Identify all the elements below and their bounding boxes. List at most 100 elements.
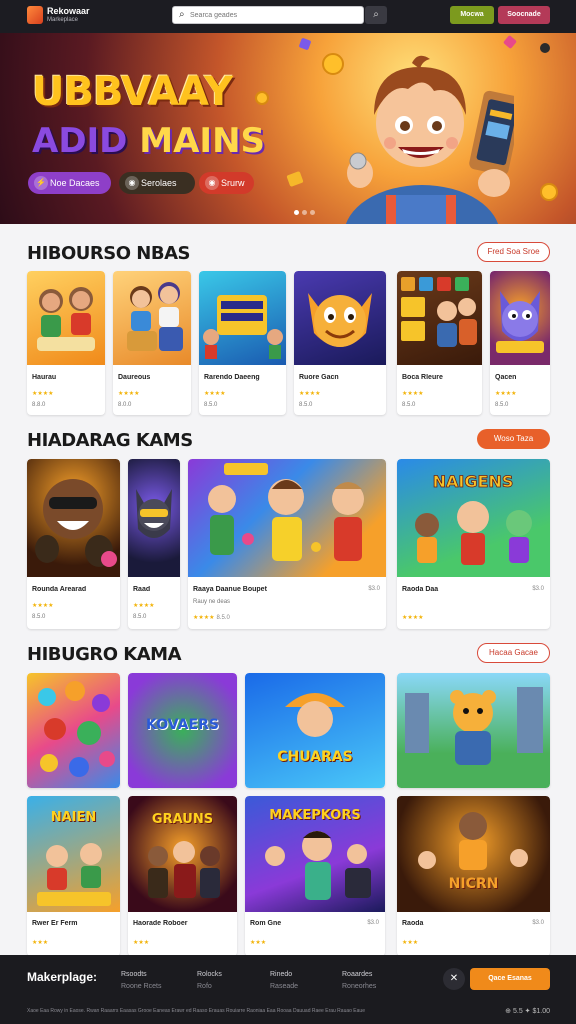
game-subtitle: Rauy ne deas (193, 599, 231, 605)
game-card[interactable]: Haurau ★★★★ 8.8.0 (27, 271, 105, 415)
section-view-all-button[interactable]: Fred Soa Sroe (477, 242, 550, 262)
footer-link[interactable]: Roaardes (342, 969, 376, 981)
character-art (127, 282, 183, 351)
game-card[interactable]: NAIGENS Raoda Daa ★★★★ $3.0 (397, 459, 550, 629)
game-logo-text: NICRN (448, 876, 499, 892)
game-title: Raaya Daanue Boupet (193, 586, 267, 593)
game-title: Ruore Gacn (299, 374, 339, 381)
coin-decoration (255, 91, 269, 105)
characters-art (418, 812, 528, 870)
game-price: $3.0 (368, 586, 380, 592)
game-card[interactable]: Rounda Arearad ★★★★ 8.5.0 (27, 459, 120, 629)
game-tile[interactable]: KOVAERS (128, 673, 237, 788)
game-card[interactable]: Rarendo Daeeng ★★★★ 8.5.0 (199, 271, 286, 415)
game-thumbnail: KOVAERS (128, 673, 237, 788)
section-title: HIBUGRO KAMA (27, 644, 182, 665)
footer-link[interactable]: Rsoodts (121, 969, 161, 981)
game-logo-text: CHUARAS (277, 749, 353, 765)
game-card[interactable]: NICRN Raoda ★★★ $3.0 (397, 796, 550, 956)
footer-brand[interactable]: Makerplage: (27, 970, 97, 984)
game-card[interactable]: MAKEPKORS Rom Gne ★★★ $3.0 (245, 796, 385, 956)
game-card-featured[interactable]: Raaya Daanue Boupet Rauy ne deas ★★★★ 8.5… (188, 459, 386, 629)
stars-icon: ★★★ (133, 940, 150, 946)
game-tile[interactable] (397, 673, 550, 788)
carousel-dot[interactable] (294, 210, 299, 215)
stars-icon: ★★★★ (32, 603, 54, 609)
footer-link[interactable]: Rolocks (197, 969, 222, 981)
confetti-decoration (298, 37, 312, 51)
stars-icon: ★★★ (32, 940, 49, 946)
game-card[interactable]: GRAUNS Haorade Roboer ★★★ (128, 796, 237, 956)
game-thumbnail: CHUARAS (245, 673, 385, 788)
game-card[interactable]: NAIEN Rwer Er Ferm ★★★ (27, 796, 120, 956)
rating-stars: ★★★★ (495, 390, 517, 397)
rating-stars: ★★★★ (402, 614, 424, 621)
hero-title-line1: UBBVAAY (32, 69, 233, 115)
game-logo-text: KOVAERS (146, 717, 219, 733)
footer-link[interactable]: Rinedo (270, 969, 298, 981)
stars-icon: ★★★★ (402, 615, 424, 621)
stars-icon: ★★★★ (32, 391, 54, 397)
game-price: $3.0 (532, 586, 544, 592)
game-thumbnail (27, 271, 105, 365)
candy-art (38, 681, 115, 777)
footer-link[interactable]: Rofo (197, 981, 222, 993)
topbar-button-secondary[interactable]: Soocnade (498, 6, 550, 24)
svg-text:NAIGENS: NAIGENS (433, 472, 514, 491)
section-view-all-button[interactable]: Hacaa Gacae (477, 643, 550, 663)
logo-icon[interactable] (27, 6, 43, 24)
game-thumbnail (294, 271, 386, 365)
carousel-dot[interactable] (310, 210, 315, 215)
stars-icon: ★★★★ (204, 391, 226, 397)
game-thumbnail (490, 271, 550, 365)
close-icon[interactable]: ✕ (443, 968, 465, 990)
search-input[interactable] (190, 9, 358, 21)
search-button[interactable]: ⌕ (365, 6, 387, 24)
character-art (285, 693, 345, 737)
game-card[interactable]: Boca Rleure ★★★★ 8.5.0 (397, 271, 482, 415)
game-thumbnail (113, 271, 191, 365)
hero-button-1[interactable]: ⚡ Noe Dacaes (28, 172, 111, 194)
game-tile[interactable]: CHUARAS (245, 673, 385, 788)
brand-name[interactable]: Rekowaar (47, 6, 90, 16)
rating-count: 8.5.0 (204, 402, 218, 408)
hero-button-3[interactable]: ◉ Srurw (199, 172, 254, 194)
game-tile[interactable] (27, 673, 120, 788)
hero-title-word-a: ADID (32, 121, 128, 161)
rating-count: 8.5.0 (495, 402, 509, 408)
game-thumbnail (397, 271, 482, 365)
game-thumbnail (27, 459, 120, 577)
footer-cta-button[interactable]: Qace Esanas (470, 968, 550, 990)
hero-banner[interactable]: UBBVAAY ADID MAINS ⚡ Noe Dacaes ◉ Serolaes… (0, 33, 576, 224)
section-view-all-button[interactable]: Woso Taza (477, 429, 550, 449)
board-art (401, 277, 477, 347)
game-card[interactable]: Raad ★★★★ 8.5.0 (128, 459, 180, 629)
hero-title-word-b: MAINS (139, 121, 266, 161)
carousel-dot[interactable] (302, 210, 307, 215)
hero-button-2[interactable]: ◉ Serolaes (119, 172, 195, 194)
footer-link[interactable]: Roone Rcets (121, 981, 161, 993)
game-price: $3.0 (367, 920, 379, 926)
rating-count: 8.5.0 (299, 402, 313, 408)
game-card[interactable]: Qacen ★★★★ 8.5.0 (490, 271, 550, 415)
search-box: ⌕ (172, 6, 364, 24)
section-title: HIADARAG KAMS (27, 430, 193, 451)
game-thumbnail: NICRN (397, 796, 550, 912)
search-icon: ⌕ (179, 9, 185, 20)
footer-link[interactable]: Roneorhes (342, 981, 376, 993)
rating-stars: ★★★ (402, 939, 418, 946)
game-price: $3.0 (532, 920, 544, 926)
creature-art (308, 293, 372, 347)
topbar-button-primary[interactable]: Mocwa (450, 6, 494, 24)
game-card[interactable]: Daureous ★★★★ 8.0.0 (113, 271, 191, 415)
game-card[interactable]: Ruore Gacn ★★★★ 8.5.0 (294, 271, 386, 415)
stars-icon: ★★★★ (495, 391, 517, 397)
rating-count: 8.5.0 (402, 402, 416, 408)
confetti-decoration (286, 170, 304, 188)
rating-stars: ★★★★ (204, 390, 226, 397)
game-title: Rwer Er Ferm (32, 920, 78, 927)
carousel-dots (294, 202, 318, 220)
footer-link[interactable]: Raseade (270, 981, 298, 993)
creature-art (405, 687, 543, 765)
badge-icon: ◉ (125, 176, 139, 190)
